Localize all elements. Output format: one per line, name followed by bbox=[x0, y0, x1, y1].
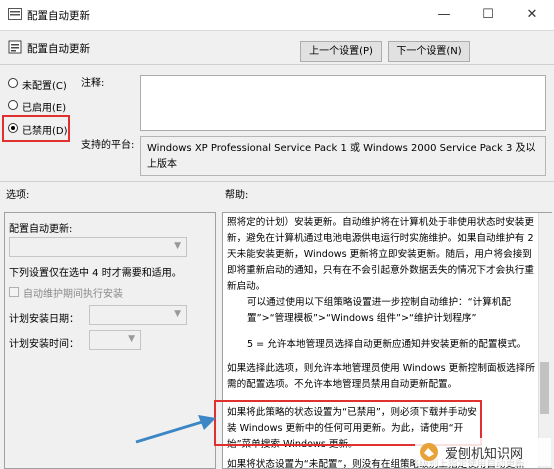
options-section-label: 选项: bbox=[6, 190, 30, 201]
chevron-down-icon: ▼ bbox=[128, 334, 135, 344]
platform-label: 支持的平台: bbox=[81, 140, 135, 151]
watermark: 爱刨机知识网 bbox=[415, 438, 551, 466]
chevron-down-icon: ▼ bbox=[174, 309, 181, 319]
chevron-down-icon: ▼ bbox=[174, 241, 181, 251]
help-paragraph-1: 照将定的计划）安装更新。自动维护将在计算机处于非使用状态时安装更新，避免在计算机… bbox=[227, 217, 534, 292]
platform-value: Windows XP Professional Service Pack 1 或… bbox=[140, 136, 546, 176]
options-note: 下列设置仅在选中 4 时才需要和适用。 bbox=[9, 268, 182, 279]
schedule-day-dropdown[interactable]: ▼ bbox=[89, 305, 187, 325]
policy-window-icon bbox=[8, 8, 22, 20]
maintenance-install-checkbox[interactable] bbox=[9, 287, 19, 297]
help-paragraph-2: 可以通过使用以下组策略设置进一步控制自动维护：“计算机配置”>“管理模板”>“W… bbox=[247, 297, 512, 324]
radio-not-configured-circle[interactable] bbox=[8, 78, 18, 88]
radio-enabled-label: 已启用(E) bbox=[22, 103, 67, 114]
help-paragraph-3: 5 = 允许本地管理员选择自动更新应通知并安装更新的配置模式。 bbox=[247, 339, 527, 350]
annotation-arrow-icon bbox=[135, 415, 216, 444]
maximize-button[interactable]: ☐ bbox=[466, 0, 510, 30]
help-scrollbar-thumb[interactable] bbox=[540, 362, 549, 414]
title-bar: 配置自动更新 — ☐ ✕ bbox=[0, 0, 554, 31]
policy-setting-icon bbox=[8, 40, 22, 54]
schedule-day-label: 计划安装日期： bbox=[9, 314, 79, 325]
radio-enabled-circle[interactable] bbox=[8, 100, 18, 110]
configure-updates-label: 配置自动更新: bbox=[9, 224, 73, 235]
policy-title: 配置自动更新 bbox=[27, 43, 90, 55]
previous-setting-button[interactable]: 上一个设置(P) bbox=[300, 41, 382, 62]
schedule-time-label: 计划安装时间： bbox=[9, 339, 79, 350]
window-title: 配置自动更新 bbox=[27, 10, 90, 22]
radio-not-configured-label: 未配置(C) bbox=[22, 81, 67, 92]
close-button[interactable]: ✕ bbox=[510, 0, 554, 30]
comment-label: 注释: bbox=[81, 78, 105, 89]
configure-updates-dropdown[interactable]: ▼ bbox=[9, 237, 187, 257]
watermark-logo-icon bbox=[420, 443, 438, 461]
section-divider bbox=[0, 181, 554, 182]
help-section-label: 帮助: bbox=[225, 190, 249, 201]
next-setting-button[interactable]: 下一个设置(N) bbox=[388, 41, 470, 62]
comment-textarea[interactable] bbox=[140, 75, 546, 131]
help-paragraph-4: 如果选择此选项，则允许本地管理员使用 Windows 更新控制面板选择所需的配置… bbox=[227, 363, 535, 390]
maintenance-install-label: 自动维护期间执行安装 bbox=[23, 289, 123, 300]
minimize-button[interactable]: — bbox=[422, 0, 466, 30]
schedule-time-dropdown[interactable]: ▼ bbox=[89, 330, 141, 350]
help-scrollbar[interactable] bbox=[538, 213, 552, 468]
watermark-text: 爱刨机知识网 bbox=[445, 447, 524, 462]
header-divider bbox=[0, 64, 554, 65]
disabled-highlight-box bbox=[2, 115, 70, 142]
